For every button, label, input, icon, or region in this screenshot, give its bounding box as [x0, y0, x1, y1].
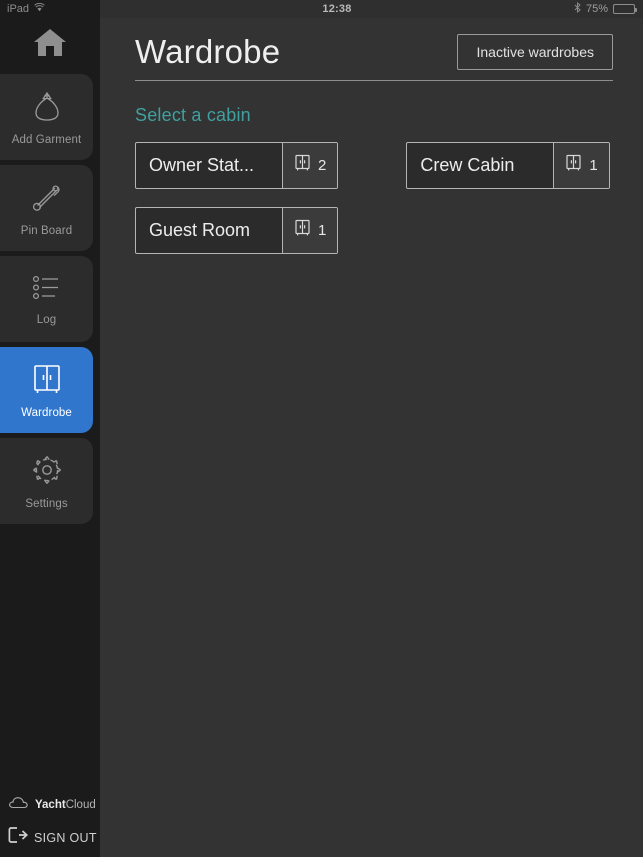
- wardrobe-count-value: 2: [318, 156, 327, 174]
- cabin-wardrobe-count: 1: [282, 207, 338, 253]
- sidebar-item-wardrobe[interactable]: Wardrobe: [0, 347, 93, 433]
- battery-percent-label: 75%: [585, 3, 608, 15]
- list-log-icon: [30, 273, 64, 308]
- page-header: Wardrobe Inactive wardrobes: [135, 33, 613, 81]
- home-icon: [33, 27, 67, 62]
- brand-light: Cloud: [65, 799, 96, 811]
- sidebar-item-label: Pin Board: [20, 224, 73, 237]
- bluetooth-icon: [574, 1, 581, 16]
- cabin-name: Guest Room: [149, 219, 251, 240]
- sidebar-item-add-garment[interactable]: Add Garment: [0, 74, 93, 160]
- safety-pin-icon: [30, 180, 64, 219]
- battery-icon: [613, 4, 637, 14]
- wardrobe-icon: [294, 219, 311, 242]
- sidebar-item-log[interactable]: Log: [0, 256, 93, 342]
- brand-label: YachtCloud: [35, 799, 96, 811]
- cabin-wardrobe-count: 1: [553, 142, 609, 188]
- sidebar-item-label: Log: [36, 313, 57, 326]
- status-bar-center: 12:38: [100, 0, 574, 18]
- cabin-list: Owner Stat... 2 Crew Cabin 1 Guest Room …: [135, 141, 615, 254]
- app-root: iPad 12:38 75% Add Garment Pin Board Log…: [0, 0, 643, 857]
- sidebar-home-button[interactable]: [0, 0, 100, 74]
- sidebar-item-pin-board[interactable]: Pin Board: [0, 165, 93, 251]
- sidebar-item-label: Wardrobe: [21, 406, 72, 419]
- sidebar-item-settings[interactable]: Settings: [0, 438, 93, 524]
- sidebar-item-label: Add Garment: [11, 133, 82, 146]
- garment-bag-icon: [30, 89, 64, 128]
- wardrobe-icon: [565, 154, 582, 177]
- sidebar: Add Garment Pin Board Log Wardrobe Setti…: [0, 0, 100, 857]
- cabin-wardrobe-count: 2: [282, 142, 338, 188]
- sign-out-button[interactable]: SIGN OUT: [8, 826, 100, 849]
- wardrobe-count-value: 1: [589, 156, 598, 174]
- cabin-card-owner-stateroom[interactable]: Owner Stat... 2: [135, 141, 339, 189]
- cabin-name: Crew Cabin: [420, 154, 515, 175]
- cabin-card-crew-cabin[interactable]: Crew Cabin 1: [406, 141, 610, 189]
- gear-icon: [30, 453, 64, 492]
- cloud-icon: [8, 796, 30, 814]
- select-cabin-label: Select a cabin: [135, 104, 251, 125]
- sidebar-item-label: Settings: [25, 497, 68, 510]
- clock-time: 12:38: [322, 3, 352, 15]
- yachtcloud-logo: YachtCloud: [8, 796, 100, 814]
- wardrobe-icon: [30, 362, 64, 401]
- sign-out-icon: [8, 826, 29, 849]
- page-title: Wardrobe: [135, 33, 281, 70]
- status-bar-right: 75%: [573, 0, 643, 18]
- cabin-name: Owner Stat...: [149, 154, 255, 175]
- wardrobe-icon: [294, 154, 311, 177]
- wardrobe-count-value: 1: [318, 221, 327, 239]
- cabin-card-guest-room[interactable]: Guest Room 1: [135, 206, 339, 254]
- main-content: Wardrobe Inactive wardrobes Select a cab…: [100, 18, 643, 857]
- brand-bold: Yacht: [35, 799, 66, 811]
- sidebar-footer: YachtCloud SIGN OUT: [0, 796, 100, 857]
- inactive-wardrobes-button[interactable]: Inactive wardrobes: [457, 33, 613, 70]
- sign-out-label: SIGN OUT: [34, 830, 97, 845]
